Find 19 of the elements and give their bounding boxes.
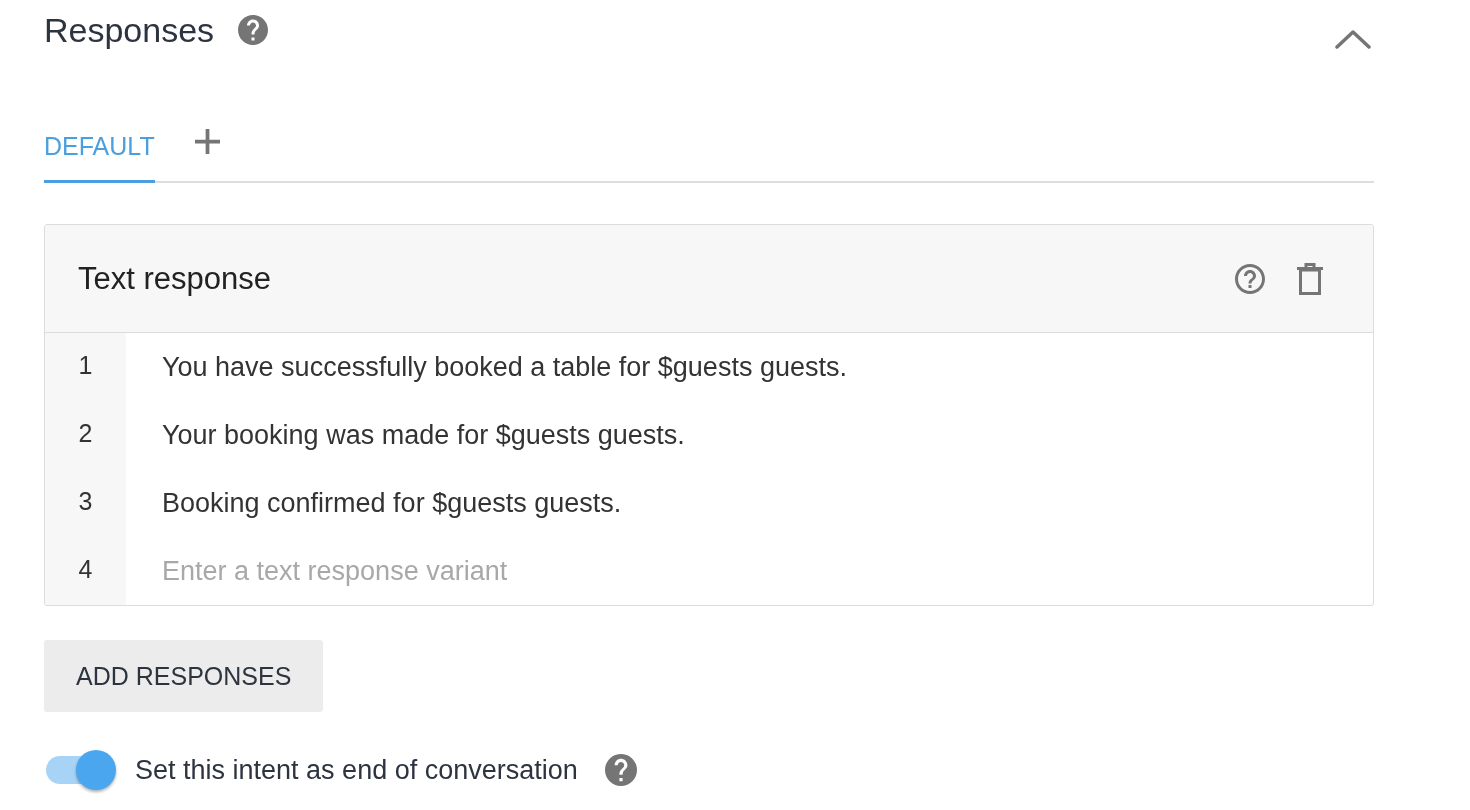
response-field[interactable]: Booking confirmed for $guests guests. [126,469,1373,537]
response-field[interactable]: You have successfully booked a table for $guests guests. [126,333,1373,401]
chevron-up-icon[interactable] [1335,29,1371,49]
help-icon[interactable] [238,15,269,45]
trash-icon[interactable] [1297,262,1323,295]
response-field[interactable]: Your booking was made for $guests guests. [126,401,1373,469]
toggle-label: Set this intent as end of conversation [135,754,578,786]
line-number: 4 [45,537,126,605]
card-title: Text response [78,260,271,297]
line-number: 1 [45,333,126,401]
line-number: 3 [45,469,126,537]
response-field[interactable]: Enter a text response variant [126,537,1373,605]
add-responses-button[interactable]: ADD RESPONSES [44,640,324,712]
toggle-switch[interactable] [46,750,118,790]
help-icon[interactable] [604,754,637,786]
section-title: Responses [44,10,215,50]
add-tab-icon[interactable] [194,129,220,154]
help-icon[interactable] [1235,263,1265,294]
line-number: 2 [45,401,126,469]
